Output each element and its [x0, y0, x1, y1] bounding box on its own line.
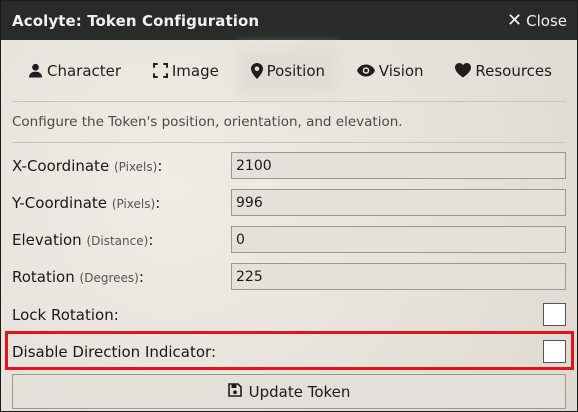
tab-image-label: Image — [171, 61, 219, 80]
close-label: Close — [526, 11, 567, 30]
heart-icon — [455, 63, 472, 78]
rotation-row: Rotation (Degrees): 225 — [12, 258, 566, 295]
close-button[interactable]: ✕ Close — [507, 9, 567, 31]
rotation-label: Rotation (Degrees): — [12, 267, 144, 286]
x-coordinate-label: X-Coordinate (Pixels): — [12, 156, 163, 175]
tab-bar: Character Image Position Vision Resource… — [12, 40, 566, 102]
elevation-row: Elevation (Distance): 0 — [12, 221, 566, 258]
lock-rotation-checkbox[interactable] — [543, 303, 566, 326]
y-coordinate-input[interactable]: 996 — [231, 189, 566, 216]
save-icon — [227, 382, 242, 401]
window-content: Character Image Position Vision Resource… — [1, 40, 577, 411]
lock-rotation-row: Lock Rotation: — [12, 296, 566, 333]
disable-direction-row: Disable Direction Indicator: — [5, 331, 574, 370]
rotation-input[interactable]: 225 — [231, 263, 566, 290]
map-pin-icon — [250, 62, 263, 79]
lock-rotation-label: Lock Rotation: — [12, 305, 119, 324]
x-coordinate-row: X-Coordinate (Pixels): 2100 — [12, 147, 566, 184]
update-token-button[interactable]: Update Token — [12, 374, 566, 409]
token-config-window: Acolyte: Token Configuration ✕ Close Cha… — [0, 0, 578, 412]
y-coordinate-row: Y-Coordinate (Pixels): 996 — [12, 184, 566, 221]
elevation-input[interactable]: 0 — [231, 226, 566, 253]
disable-direction-label: Disable Direction Indicator: — [12, 342, 217, 361]
window-title: Acolyte: Token Configuration — [12, 11, 260, 30]
x-coordinate-input[interactable]: 2100 — [231, 152, 566, 179]
elevation-label: Elevation (Distance): — [12, 230, 154, 249]
tab-character[interactable]: Character — [22, 55, 127, 87]
user-icon — [28, 63, 43, 78]
tab-image[interactable]: Image — [147, 55, 225, 87]
tab-vision-label: Vision — [378, 61, 424, 80]
tab-character-label: Character — [47, 61, 122, 80]
update-token-label: Update Token — [248, 382, 351, 401]
window-titlebar[interactable]: Acolyte: Token Configuration ✕ Close — [1, 1, 577, 40]
eye-icon — [356, 64, 375, 77]
y-coordinate-label: Y-Coordinate (Pixels): — [12, 193, 161, 212]
tab-vision[interactable]: Vision — [351, 55, 430, 87]
tab-resources[interactable]: Resources — [449, 55, 558, 87]
tab-position-label: Position — [266, 61, 326, 80]
divider — [12, 142, 566, 143]
image-frame-icon — [152, 63, 168, 78]
position-hint: Configure the Token's position, orientat… — [12, 114, 403, 130]
tab-resources-label: Resources — [475, 61, 552, 80]
close-icon: ✕ — [507, 9, 523, 31]
tab-position[interactable]: Position — [244, 54, 332, 87]
disable-direction-checkbox[interactable] — [543, 340, 566, 363]
